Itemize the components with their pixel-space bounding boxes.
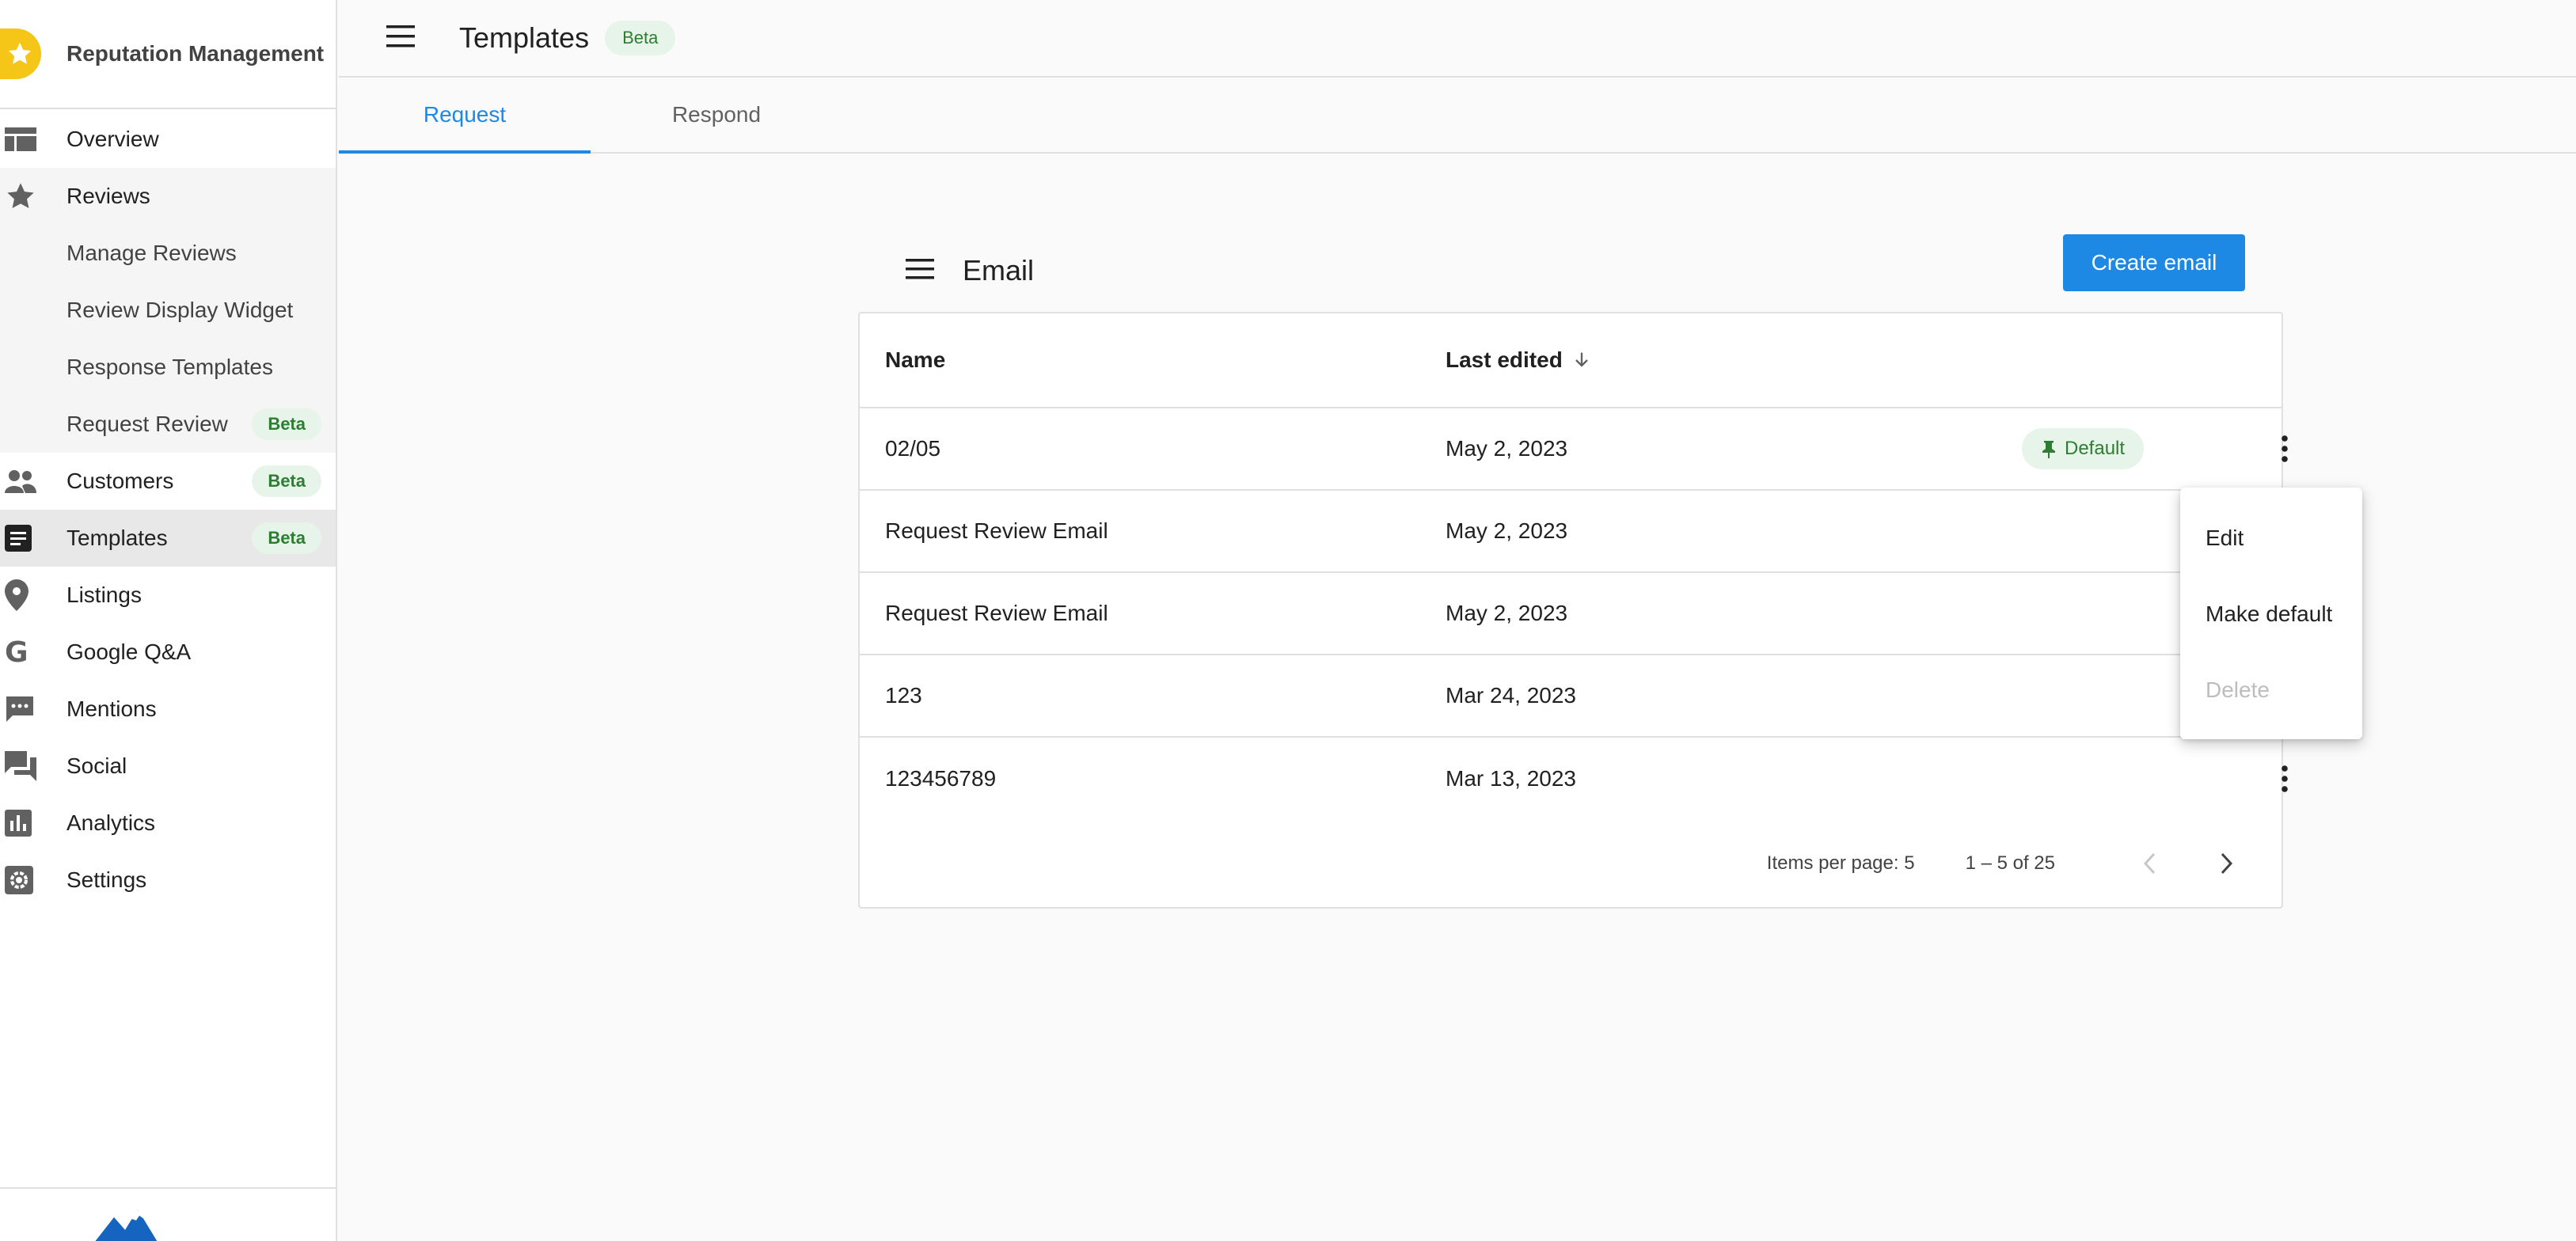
paginator: Items per page: 5 1 – 5 of 25 — [860, 820, 2282, 907]
sidebar-item-settings[interactable]: Settings — [0, 852, 336, 909]
sidebar-footer — [0, 1187, 337, 1241]
create-email-button[interactable]: Create email — [2063, 234, 2245, 291]
row-actions-menu: Edit Make default Delete — [2180, 488, 2362, 739]
sidebar-item-label: Mentions — [66, 696, 157, 721]
sidebar-item-label: Listings — [66, 583, 142, 607]
arrow-down-icon — [1575, 352, 1588, 367]
google-g-icon: G — [5, 636, 28, 669]
sidebar-item-mentions[interactable]: Mentions — [0, 681, 336, 738]
column-header-name[interactable]: Name — [885, 347, 945, 373]
sidebar-item-label: Google Q&A — [66, 639, 192, 664]
chevron-left-icon[interactable] — [2128, 841, 2172, 886]
last-edited-date: Mar 24, 2023 — [1446, 683, 1576, 708]
sidebar: Reputation Management Overview Reviews M… — [0, 0, 337, 1241]
sidebar-item-label: Reviews — [66, 184, 150, 208]
more-vert-icon[interactable] — [2266, 760, 2304, 798]
sidebar-item-request-review[interactable]: Request Review Beta — [0, 396, 336, 453]
people-icon — [0, 469, 66, 493]
sidebar-item-reviews[interactable]: Reviews — [0, 168, 336, 225]
sidebar-item-google-qa[interactable]: G Google Q&A — [0, 624, 336, 681]
comment-icon — [0, 695, 66, 723]
mountain-logo-icon — [95, 1209, 158, 1241]
page-title: Templates — [459, 21, 590, 54]
table-row[interactable]: 123 Mar 24, 2023 — [860, 655, 2282, 738]
template-name: 123456789 — [885, 766, 997, 791]
page-range-label: 1 – 5 of 25 — [1965, 852, 2055, 874]
menu-item-delete: Delete — [2206, 677, 2270, 702]
forum-icon — [0, 751, 66, 781]
table-row[interactable]: Request Review Email May 2, 2023 — [860, 573, 2282, 655]
sidebar-item-listings[interactable]: Listings — [0, 567, 336, 624]
templates-table: Name Last edited 02/05 May 2, 2023 Defau… — [858, 312, 2288, 909]
sidebar-item-response-templates[interactable]: Response Templates — [0, 339, 336, 396]
bar-chart-icon — [0, 810, 66, 837]
table-header-row: Name Last edited — [860, 313, 2282, 408]
tab-bar: Request Respond — [339, 78, 2576, 154]
sidebar-item-label: Settings — [66, 867, 147, 892]
sidebar-item-analytics[interactable]: Analytics — [0, 795, 336, 852]
menu-item-make-default[interactable]: Make default — [2180, 576, 2362, 652]
sidebar-item-label: Customers — [66, 469, 174, 493]
tab-request[interactable]: Request — [339, 78, 591, 154]
app-logo — [0, 28, 41, 79]
sidebar-item-social[interactable]: Social — [0, 738, 336, 795]
table-row[interactable]: 123456789 Mar 13, 2023 — [860, 738, 2288, 820]
column-header-last-edited[interactable]: Last edited — [1446, 347, 1593, 373]
last-edited-date: May 2, 2023 — [1446, 601, 1568, 625]
hamburger-menu-icon[interactable] — [386, 25, 421, 51]
template-name: 02/05 — [885, 436, 941, 461]
pin-icon — [2042, 441, 2055, 458]
sidebar-item-label: Social — [66, 753, 127, 778]
default-chip: Default — [2022, 428, 2145, 469]
sidebar-item-label: Manage Reviews — [66, 241, 237, 265]
location-pin-icon — [0, 579, 66, 611]
sidebar-item-label: Templates — [66, 526, 168, 550]
document-icon — [0, 525, 66, 552]
template-name: Request Review Email — [885, 601, 1108, 625]
chevron-right-icon[interactable] — [2204, 841, 2248, 886]
sidebar-item-label: Overview — [66, 127, 159, 151]
sidebar-nav: Overview Reviews Manage Reviews Review D… — [0, 109, 336, 909]
beta-badge: Beta — [252, 408, 321, 440]
sidebar-item-label: Analytics — [66, 810, 156, 835]
column-header-label: Last edited — [1446, 347, 1563, 372]
more-vert-icon[interactable] — [2266, 430, 2304, 468]
template-name: 123 — [885, 683, 922, 708]
dashboard-icon — [0, 127, 66, 151]
tab-respond[interactable]: Respond — [591, 78, 842, 152]
sidebar-item-label: Review Display Widget — [66, 298, 294, 322]
star-icon — [0, 180, 66, 212]
template-name: Request Review Email — [885, 518, 1108, 543]
sidebar-item-review-display-widget[interactable]: Review Display Widget — [0, 282, 336, 339]
gear-icon — [0, 866, 66, 894]
last-edited-date: May 2, 2023 — [1446, 436, 1568, 461]
items-per-page-label[interactable]: Items per page: 5 — [1767, 852, 1915, 875]
last-edited-date: Mar 13, 2023 — [1446, 766, 1576, 791]
sidebar-item-templates[interactable]: Templates Beta — [0, 510, 336, 567]
sidebar-item-manage-reviews[interactable]: Manage Reviews — [0, 225, 336, 282]
top-bar: Templates Beta — [339, 0, 2576, 78]
last-edited-date: May 2, 2023 — [1446, 518, 1568, 543]
beta-badge: Beta — [252, 465, 321, 497]
menu-item-edit[interactable]: Edit — [2180, 500, 2362, 576]
star-logo-icon — [8, 42, 32, 64]
sidebar-item-overview[interactable]: Overview — [0, 111, 336, 168]
beta-badge: Beta — [605, 21, 676, 55]
sidebar-item-label: Response Templates — [66, 355, 273, 379]
email-card-header: Email Create email — [858, 230, 2283, 312]
app-title: Reputation Management — [66, 41, 325, 66]
table-row[interactable]: Request Review Email May 2, 2023 — [860, 491, 2282, 573]
app-header: Reputation Management — [0, 0, 336, 109]
table-row[interactable]: 02/05 May 2, 2023 Default — [860, 408, 2288, 491]
card-title: Email — [963, 254, 1035, 287]
list-icon[interactable] — [906, 258, 934, 283]
beta-badge: Beta — [252, 522, 321, 554]
default-chip-label: Default — [2065, 438, 2126, 459]
sidebar-item-customers[interactable]: Customers Beta — [0, 453, 336, 510]
sidebar-item-label: Request Review — [66, 412, 228, 436]
